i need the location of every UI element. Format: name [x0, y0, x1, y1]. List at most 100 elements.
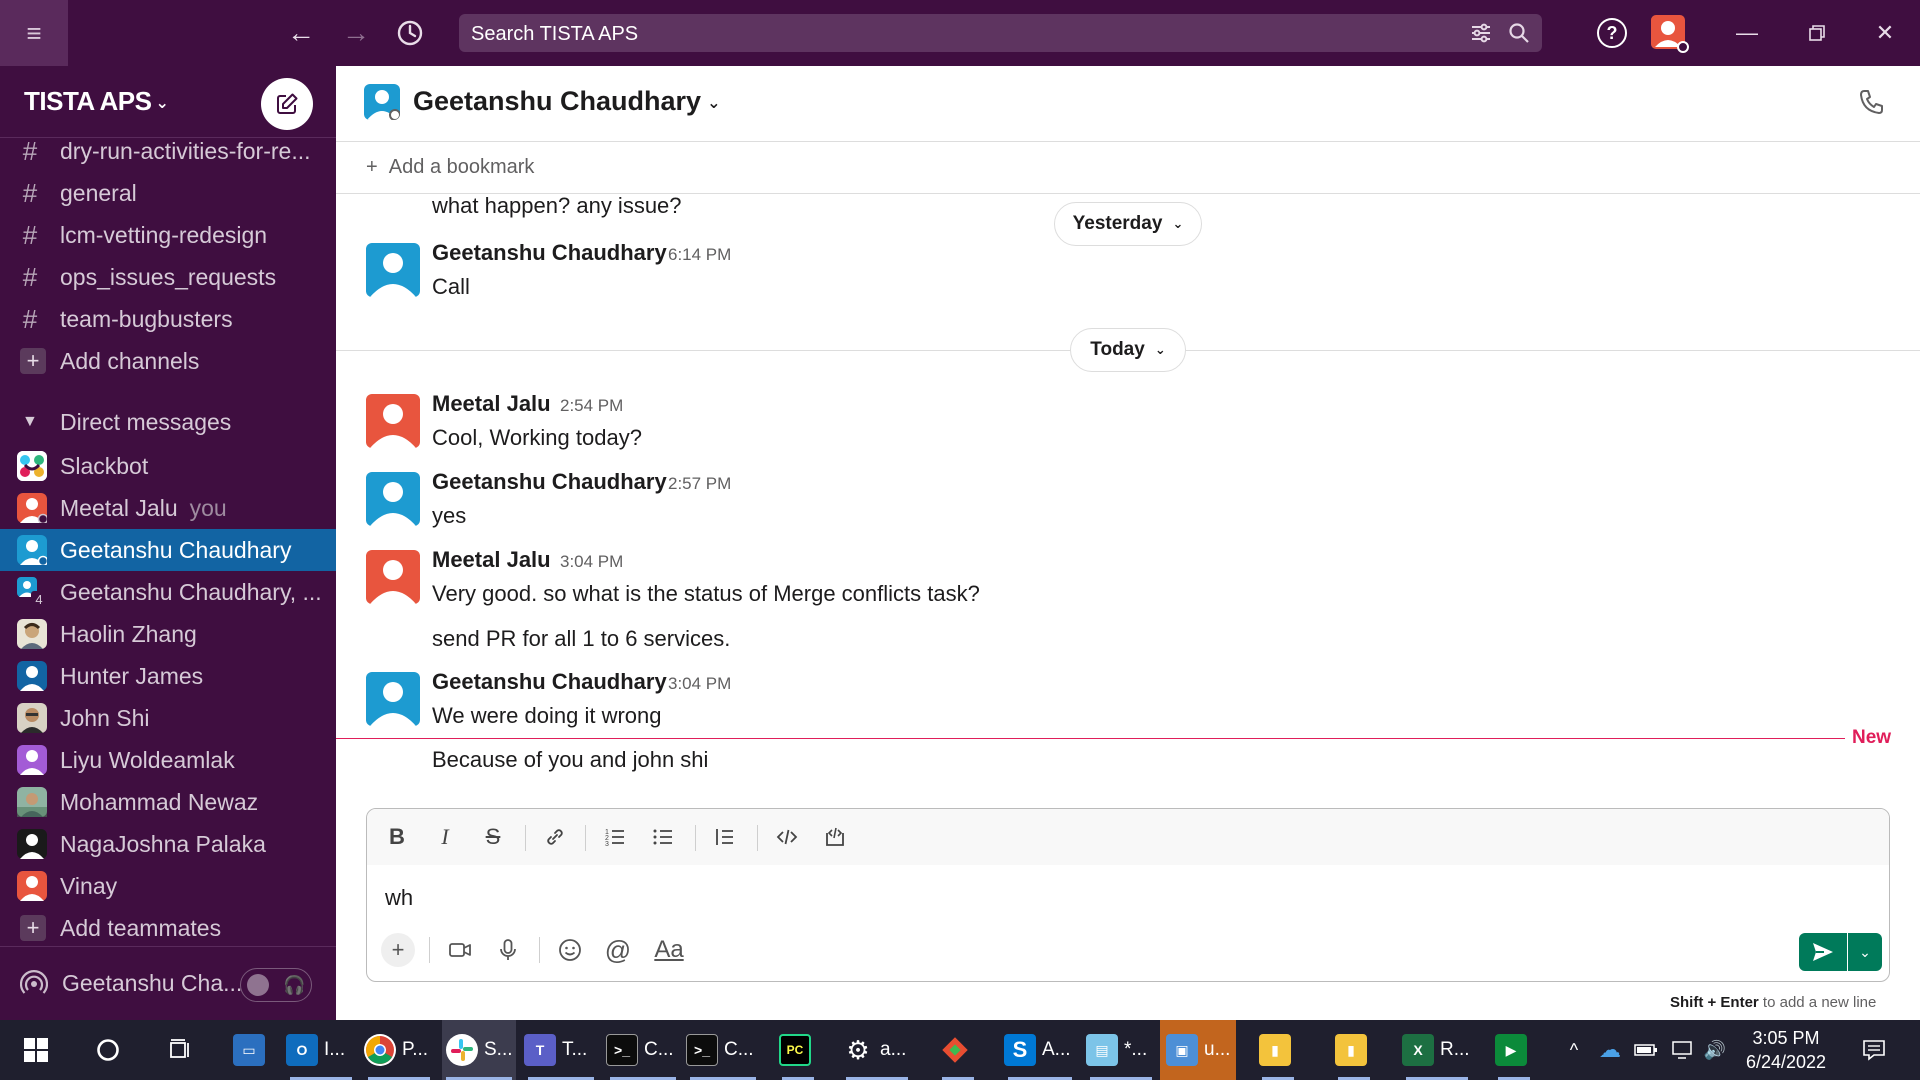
history-icon[interactable]	[390, 14, 430, 52]
show-hidden-icons-icon[interactable]: ^	[1562, 1020, 1586, 1080]
bold-icon[interactable]: B	[381, 821, 413, 853]
huddle-toggle[interactable]: 🎧	[240, 968, 312, 1002]
dm-item-group[interactable]: 4 Geetanshu Chaudhary, ...	[0, 571, 336, 613]
taskbar-app-notepad[interactable]: ▤ *...	[1086, 1020, 1156, 1080]
message-timestamp[interactable]: 3:04 PM	[560, 552, 623, 572]
channel-item[interactable]: # general	[0, 172, 336, 214]
dm-item-mohammad-newaz[interactable]: Mohammad Newaz	[0, 781, 336, 823]
channel-item[interactable]: # lcm-vetting-redesign	[0, 214, 336, 256]
message-avatar[interactable]	[366, 472, 420, 526]
blockquote-icon[interactable]	[709, 821, 741, 853]
media-player-icon[interactable]: ▶	[1494, 1020, 1534, 1080]
send-options-chevron-icon[interactable]: ⌄	[1848, 933, 1882, 971]
message-avatar[interactable]	[366, 394, 420, 448]
compose-button[interactable]	[261, 78, 313, 130]
date-divider-yesterday[interactable]: Yesterday ⌄	[1054, 202, 1202, 246]
message-avatar[interactable]	[366, 550, 420, 604]
taskbar-app-excel[interactable]: X R...	[1402, 1020, 1472, 1080]
strikethrough-icon[interactable]: S	[477, 821, 509, 853]
menu-icon[interactable]: ≡	[0, 0, 68, 66]
taskbar-app-chrome[interactable]: P...	[364, 1020, 434, 1080]
search-bar[interactable]: Search TISTA APS	[459, 14, 1542, 52]
minimize-icon[interactable]: —	[1722, 10, 1772, 56]
link-icon[interactable]	[539, 821, 571, 853]
user-avatar-button[interactable]	[1648, 12, 1690, 54]
taskbar-app-terminal[interactable]: >_ C...	[686, 1020, 760, 1080]
forward-arrow-icon[interactable]: →	[336, 14, 376, 52]
taskbar-app-settings[interactable]: ⚙ a...	[842, 1020, 912, 1080]
italic-icon[interactable]: I	[429, 821, 461, 853]
back-arrow-icon[interactable]: ←	[281, 14, 321, 52]
network-icon[interactable]	[1668, 1020, 1696, 1080]
channel-item[interactable]: # ops_issues_requests	[0, 256, 336, 298]
cortana-icon[interactable]	[90, 1020, 126, 1080]
taskbar-app-terminal[interactable]: >_ C...	[606, 1020, 680, 1080]
phone-icon[interactable]	[1858, 88, 1892, 122]
dm-item-nagajoshna-palaka[interactable]: NagaJoshna Palaka	[0, 823, 336, 865]
bulleted-list-icon[interactable]	[647, 821, 679, 853]
message-timestamp[interactable]: 2:54 PM	[560, 396, 623, 416]
channel-item[interactable]: # dry-run-activities-for-re...	[0, 130, 336, 172]
taskbar-app-git[interactable]	[938, 1020, 978, 1080]
file-explorer-icon[interactable]: ▮	[1334, 1020, 1374, 1080]
help-button[interactable]: ?	[1592, 12, 1632, 54]
taskbar-app-remote[interactable]: ▣ u...	[1160, 1020, 1236, 1080]
channel-item[interactable]: # team-bugbusters	[0, 298, 336, 340]
add-channels-button[interactable]: + Add channels	[0, 340, 336, 382]
taskbar-app-pycharm[interactable]: PC	[778, 1020, 818, 1080]
emoji-icon[interactable]	[553, 933, 587, 967]
dm-item-vinay[interactable]: Vinay	[0, 865, 336, 907]
video-clip-icon[interactable]	[443, 933, 477, 967]
windows-start-icon[interactable]	[16, 1020, 56, 1080]
message-author[interactable]: Geetanshu Chaudhary	[432, 469, 667, 495]
direct-messages-header[interactable]: ▼ Direct messages	[0, 401, 336, 443]
message-timestamp[interactable]: 2:57 PM	[668, 474, 731, 494]
restore-icon[interactable]	[1792, 10, 1842, 56]
task-view-icon[interactable]	[162, 1020, 198, 1080]
huddle-icon[interactable]	[19, 969, 49, 998]
message-avatar[interactable]	[366, 672, 420, 726]
dm-item-john-shi[interactable]: John Shi	[0, 697, 336, 739]
mention-icon[interactable]: @	[601, 933, 635, 967]
dm-item-slackbot[interactable]: Slackbot	[0, 445, 336, 487]
workspace-switcher[interactable]: TISTA APS ⌄	[24, 86, 169, 117]
code-icon[interactable]	[771, 821, 803, 853]
volume-icon[interactable]: 🔊	[1702, 1020, 1728, 1080]
attach-plus-icon[interactable]: +	[381, 933, 415, 967]
filter-icon[interactable]	[1467, 20, 1495, 46]
taskbar-app-teams[interactable]: T T...	[524, 1020, 598, 1080]
taskbar-app-slack[interactable]: S...	[442, 1020, 516, 1080]
code-block-icon[interactable]	[819, 821, 851, 853]
dm-item-liyu-woldeamlak[interactable]: Liyu Woldeamlak	[0, 739, 336, 781]
dm-item-hunter-james[interactable]: Hunter James	[0, 655, 336, 697]
message-author[interactable]: Geetanshu Chaudhary	[432, 669, 667, 695]
message-author[interactable]: Geetanshu Chaudhary	[432, 240, 667, 266]
file-explorer-icon[interactable]: ▮	[1258, 1020, 1298, 1080]
message-author[interactable]: Meetal Jalu	[432, 547, 551, 573]
dm-item-meetal-jalu[interactable]: Meetal Jalu you	[0, 487, 336, 529]
message-timestamp[interactable]: 6:14 PM	[668, 245, 731, 265]
ordered-list-icon[interactable]: 123	[599, 821, 631, 853]
battery-icon[interactable]	[1632, 1020, 1660, 1080]
dm-item-haolin-zhang[interactable]: Haolin Zhang	[0, 613, 336, 655]
onedrive-icon[interactable]: ☁	[1596, 1020, 1624, 1080]
message-timestamp[interactable]: 3:04 PM	[668, 674, 731, 694]
formatting-toggle-icon[interactable]: Aa	[649, 933, 689, 967]
send-button[interactable]	[1799, 933, 1847, 971]
system-clock[interactable]: 3:05 PM 6/24/2022	[1726, 1026, 1846, 1074]
add-teammates-button[interactable]: + Add teammates	[0, 907, 336, 949]
remote-desktop-app-icon[interactable]: ▭	[228, 1020, 276, 1080]
taskbar-app-outlook[interactable]: O I...	[286, 1020, 356, 1080]
notifications-icon[interactable]	[1856, 1020, 1892, 1080]
message-author[interactable]: Meetal Jalu	[432, 391, 551, 417]
close-icon[interactable]: ✕	[1860, 10, 1910, 56]
search-icon[interactable]	[1505, 20, 1533, 46]
microphone-icon[interactable]	[491, 933, 525, 967]
date-divider-today[interactable]: Today ⌄	[1070, 328, 1186, 372]
conversation-title[interactable]: Geetanshu Chaudhary ⌄	[413, 86, 720, 117]
taskbar-app-azure[interactable]: S A...	[1004, 1020, 1076, 1080]
add-bookmark-button[interactable]: + Add a bookmark	[366, 156, 534, 179]
dm-item-geetanshu-chaudhary[interactable]: Geetanshu Chaudhary	[0, 529, 336, 571]
message-input[interactable]: wh	[385, 885, 413, 911]
message-avatar[interactable]	[366, 243, 420, 297]
